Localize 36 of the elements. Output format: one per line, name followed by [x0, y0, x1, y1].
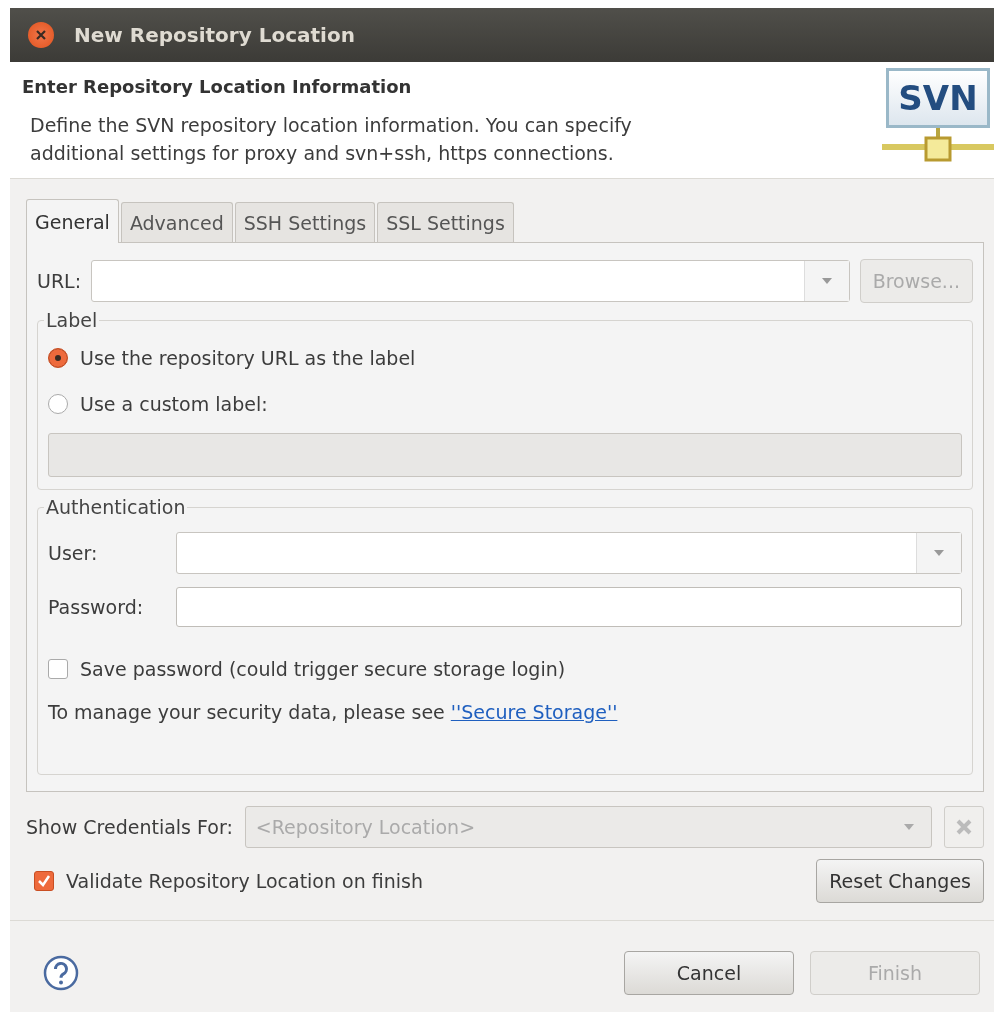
svn-logo: SVN — [882, 62, 994, 178]
close-button[interactable] — [28, 22, 54, 48]
credentials-label: Show Credentials For: — [26, 816, 233, 838]
checkbox[interactable] — [48, 659, 68, 679]
radio-label: Use a custom label: — [80, 393, 268, 415]
checkbox-label: Validate Repository Location on finish — [66, 870, 423, 892]
clear-icon — [955, 818, 973, 836]
secure-storage-link[interactable]: ''Secure Storage'' — [450, 701, 618, 723]
group-title: Authentication — [45, 496, 187, 518]
url-combo[interactable] — [91, 260, 850, 302]
dialog-button[interactable]: Cancel — [624, 951, 794, 995]
group-title: Label — [45, 309, 99, 331]
dropdown-icon — [933, 549, 945, 557]
user-combo[interactable] — [176, 532, 962, 574]
dropdown-icon — [903, 823, 915, 831]
clear-button[interactable] — [944, 806, 984, 848]
radio-label: Use the repository URL as the label — [80, 347, 416, 369]
security-note: To manage your security data, please see — [48, 701, 445, 723]
tab[interactable]: SSH Settings — [234, 202, 376, 242]
tab[interactable]: SSL Settings — [377, 202, 514, 242]
password-field[interactable] — [176, 587, 962, 627]
radio-button[interactable] — [48, 348, 68, 368]
dropdown-icon — [820, 277, 833, 285]
help-icon[interactable] — [42, 954, 80, 992]
password-label: Password: — [48, 596, 145, 618]
checkbox[interactable] — [34, 871, 54, 891]
url-label: URL: — [37, 270, 82, 292]
reset-changes-button[interactable]: Reset Changes — [816, 859, 984, 903]
tab[interactable]: General — [26, 199, 119, 243]
page-description: Define the SVN repository location information. You can specify additional settings for proxy and svn+ssh, https connections. — [30, 113, 633, 166]
checkbox-label: Save password (could trigger secure storage login) — [80, 658, 566, 680]
user-label: User: — [48, 542, 99, 564]
page-title: Enter Repository Location Information — [22, 76, 413, 97]
window-title: New Repository Location — [74, 23, 355, 47]
radio-button[interactable] — [48, 394, 68, 414]
tab[interactable]: Advanced — [120, 202, 233, 242]
